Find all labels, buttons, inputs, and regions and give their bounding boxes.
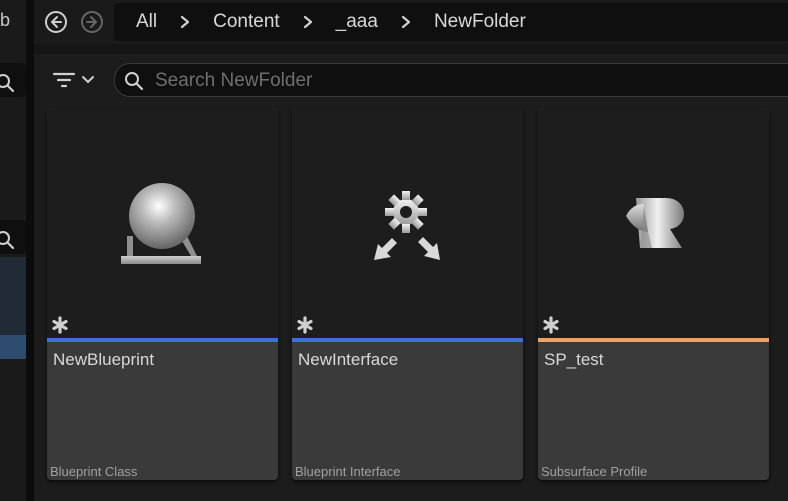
sources-panel: b	[0, 0, 26, 501]
search-icon	[0, 74, 15, 93]
chevron-right-icon[interactable]	[157, 15, 191, 29]
search-input[interactable]	[153, 68, 777, 94]
forward-arrow-icon[interactable]	[80, 10, 104, 34]
breadcrumb-item-aaa[interactable]: _aaa	[314, 11, 378, 33]
panel-splitter[interactable]	[26, 0, 34, 501]
sources-panel-title: b	[0, 10, 11, 30]
folder-tree-area[interactable]	[0, 257, 26, 337]
asset-color-bar	[292, 338, 523, 342]
breadcrumb: All Content _aaa NewFolder	[114, 3, 788, 41]
filter-icon	[52, 72, 76, 88]
asset-thumbnail	[538, 108, 769, 338]
folder-tree-selected-item[interactable]	[0, 335, 26, 359]
search-field[interactable]	[114, 63, 788, 97]
blueprint-sphere-icon	[121, 183, 201, 264]
asset-type: Blueprint Interface	[295, 464, 401, 479]
asterisk-icon	[52, 316, 68, 334]
asterisk-icon	[543, 316, 559, 334]
search-icon	[125, 72, 144, 91]
back-arrow-icon[interactable]	[44, 10, 68, 34]
asterisk-icon	[297, 316, 313, 334]
asset-name: NewInterface	[298, 350, 399, 369]
asset-grid: NewBlueprint Blueprint Class NewInterfac…	[34, 104, 788, 501]
chevron-right-icon[interactable]	[378, 15, 412, 29]
filter-button[interactable]	[52, 68, 102, 92]
asset-name: SP_test	[544, 350, 604, 369]
asset-tile[interactable]: SP_test Subsurface Profile	[538, 108, 769, 480]
subsurface-profile-icon	[626, 198, 684, 248]
asset-color-bar	[47, 338, 278, 342]
chevron-down-icon	[82, 76, 94, 83]
asset-tile[interactable]: NewBlueprint Blueprint Class	[47, 108, 278, 480]
breadcrumb-item-newfolder[interactable]: NewFolder	[412, 11, 526, 33]
filter-toolbar	[34, 54, 788, 104]
asset-type: Subsurface Profile	[541, 464, 648, 479]
collections-search-button[interactable]	[0, 220, 26, 254]
sources-search-button[interactable]	[0, 63, 26, 97]
search-icon	[0, 231, 15, 250]
asset-name: NewBlueprint	[53, 350, 155, 369]
interface-gear-arrows-icon	[374, 191, 440, 260]
asset-tile[interactable]: NewInterface Blueprint Interface	[292, 108, 523, 480]
asset-thumbnail	[292, 108, 523, 338]
breadcrumb-item-content[interactable]: Content	[191, 11, 280, 33]
asset-thumbnail	[47, 108, 278, 338]
chevron-right-icon[interactable]	[280, 15, 314, 29]
navigation-bar: All Content _aaa NewFolder	[34, 0, 788, 44]
asset-color-bar	[538, 338, 769, 342]
breadcrumb-item-all[interactable]: All	[114, 11, 157, 33]
asset-type: Blueprint Class	[50, 464, 138, 479]
